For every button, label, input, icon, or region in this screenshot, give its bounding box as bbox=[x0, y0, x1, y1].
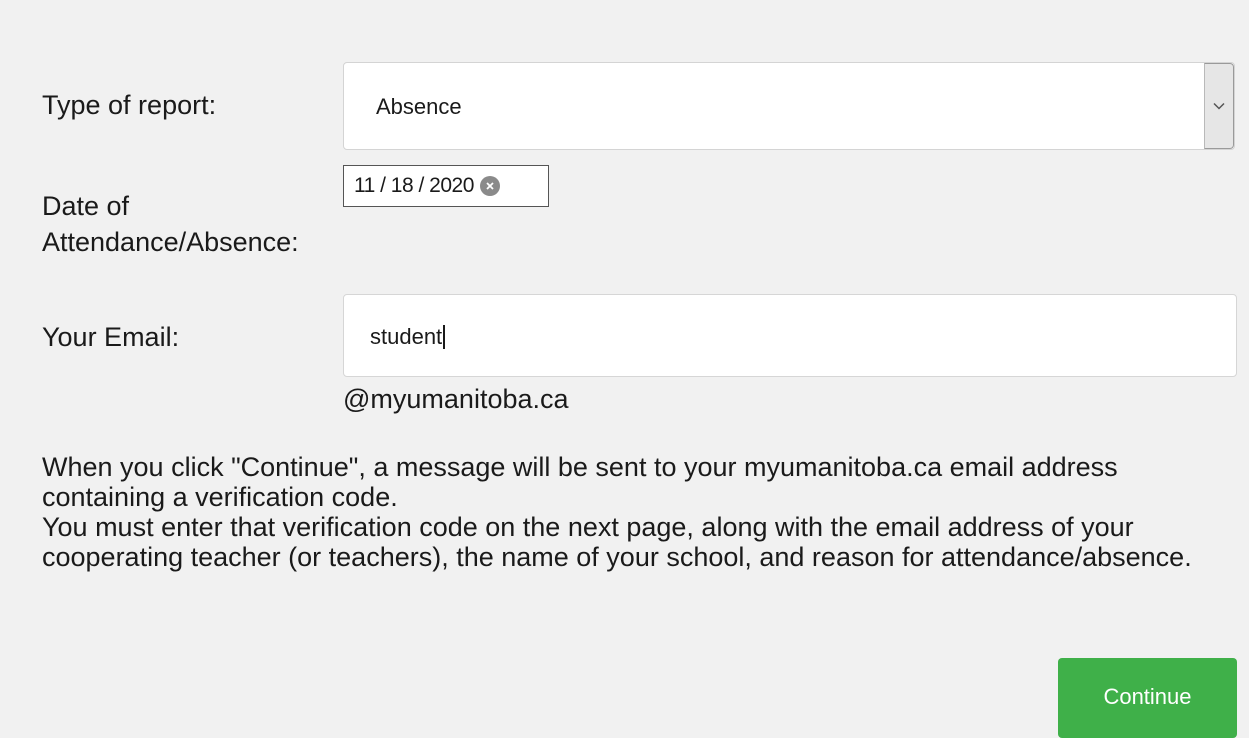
info-text: When you click "Continue", a message wil… bbox=[42, 452, 1242, 572]
email-input[interactable]: student bbox=[343, 294, 1237, 377]
date-label-line1: Date of bbox=[42, 191, 130, 221]
email-value-wrapper: student bbox=[370, 324, 446, 350]
date-label-line2: Attendance/Absence: bbox=[42, 227, 299, 257]
info-paragraph-1: When you click "Continue", a message wil… bbox=[42, 452, 1118, 512]
report-type-selected-value: Absence bbox=[376, 94, 462, 119]
date-value: 11 / 18 / 2020 bbox=[354, 174, 474, 197]
report-type-select[interactable]: Absence bbox=[343, 62, 1235, 150]
continue-button[interactable]: Continue bbox=[1058, 658, 1237, 738]
chevron-down-icon[interactable] bbox=[1204, 63, 1234, 149]
clear-icon[interactable] bbox=[479, 176, 500, 196]
info-paragraph-2: You must enter that verification code on… bbox=[42, 512, 1192, 572]
text-caret bbox=[443, 325, 446, 349]
email-value: student bbox=[370, 324, 443, 349]
email-label: Your Email: bbox=[42, 322, 180, 352]
report-type-label: Type of report: bbox=[42, 90, 217, 120]
email-domain-suffix: @myumanitoba.ca bbox=[343, 384, 569, 414]
date-input[interactable]: 11 / 18 / 2020 bbox=[343, 165, 549, 207]
